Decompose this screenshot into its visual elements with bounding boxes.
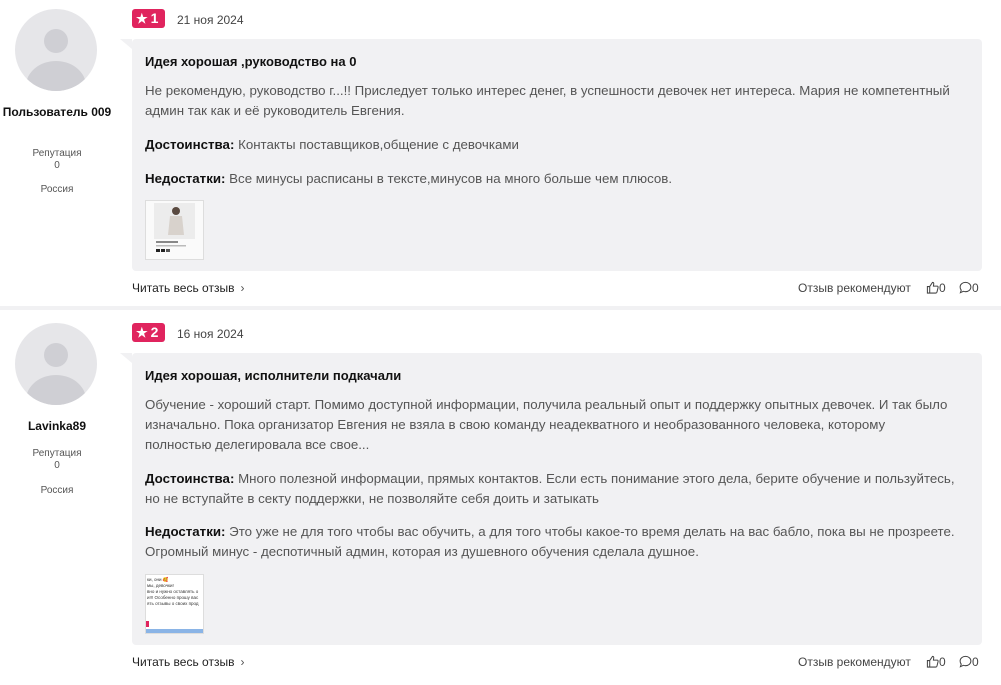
review-date: 21 ноя 2024 [177, 13, 244, 27]
pros-label: Достоинства: [145, 137, 235, 152]
review-pros: Достоинства: Много полезной информации, … [145, 469, 955, 509]
recommend-label: Отзыв рекомендуют [798, 655, 911, 669]
comments-button[interactable]: 0 [959, 655, 979, 671]
review-card: Идея хорошая, исполнители подкачали Обуч… [120, 353, 982, 645]
read-full-review-link[interactable]: Читать весь отзыв › [132, 281, 244, 295]
reputation-label: Репутация [32, 148, 82, 159]
thumbs-up-icon [926, 281, 939, 297]
avatar[interactable] [15, 323, 97, 405]
review-title[interactable]: Идея хорошая ,руководство на 0 [145, 54, 356, 69]
recommend-label: Отзыв рекомендуют [798, 281, 911, 295]
read-full-review-link[interactable]: Читать весь отзыв › [132, 655, 244, 669]
comment-icon [959, 281, 972, 297]
thumbs-up-icon [926, 655, 939, 671]
cons-text: Все минусы расписаны в тексте,минусов на… [229, 171, 673, 186]
chevron-right-icon: › [240, 281, 245, 295]
comments-count: 0 [972, 655, 979, 669]
likes-count: 0 [939, 655, 946, 669]
rating-badge: ★ 2 [132, 323, 165, 342]
pros-text: Много полезной информации, прямых контак… [145, 471, 955, 506]
like-button[interactable]: 0 [926, 655, 946, 671]
rating-badge: ★ 1 [132, 9, 165, 28]
chevron-right-icon: › [240, 655, 245, 669]
rating-value: 1 [150, 10, 159, 26]
star-icon: ★ [136, 11, 148, 26]
like-button[interactable]: 0 [926, 281, 946, 297]
review-item: Lavinka89 Репутация 0 Россия ★ 2 16 ноя 2… [0, 310, 1001, 685]
review-photo-thumbnail[interactable]: ки, они 🥰 мы, девочки! вно и нужно остав… [145, 574, 204, 634]
review-body: Не рекомендую, руководство г...!! Присле… [145, 83, 950, 118]
review-card: Идея хорошая ,руководство на 0 Не рекоме… [120, 39, 982, 271]
author-name[interactable]: Пользователь 009 [0, 105, 114, 120]
review-pros: Достоинства: Контакты поставщиков,общени… [145, 135, 955, 155]
read-more-label: Читать весь отзыв [132, 655, 235, 669]
cons-text: Это уже не для того чтобы вас обучить, а… [145, 524, 955, 559]
star-icon: ★ [136, 325, 148, 340]
review-cons: Недостатки: Все минусы расписаны в текст… [145, 169, 955, 189]
review-body: Обучение - хороший старт. Помимо доступн… [145, 397, 948, 452]
comments-count: 0 [972, 281, 979, 295]
author-name[interactable]: Lavinka89 [0, 419, 114, 434]
reputation-value: 0 [54, 460, 60, 471]
author-country: Россия [40, 485, 74, 496]
likes-count: 0 [939, 281, 946, 295]
comments-button[interactable]: 0 [959, 281, 979, 297]
cons-label: Недостатки: [145, 524, 226, 539]
rating-value: 2 [150, 324, 159, 340]
review-cons: Недостатки: Это уже не для того чтобы ва… [145, 522, 955, 562]
read-more-label: Читать весь отзыв [132, 281, 235, 295]
cons-label: Недостатки: [145, 171, 226, 186]
pros-text: Контакты поставщиков,общение с девочками [238, 137, 519, 152]
pros-label: Достоинства: [145, 471, 235, 486]
thumbnail-text: ки, они 🥰 мы, девочки! вно и нужно остав… [147, 577, 199, 606]
review-photo-thumbnail[interactable] [145, 200, 204, 260]
comment-icon [959, 655, 972, 671]
avatar[interactable] [15, 9, 97, 91]
review-date: 16 ноя 2024 [177, 327, 244, 341]
author-country: Россия [40, 184, 74, 195]
review-item: Пользователь 009 Репутация 0 Россия ★ 1 2… [0, 0, 1001, 310]
review-title[interactable]: Идея хорошая, исполнители подкачали [145, 368, 401, 383]
reputation-label: Репутация [32, 448, 82, 459]
reputation-value: 0 [54, 160, 60, 171]
